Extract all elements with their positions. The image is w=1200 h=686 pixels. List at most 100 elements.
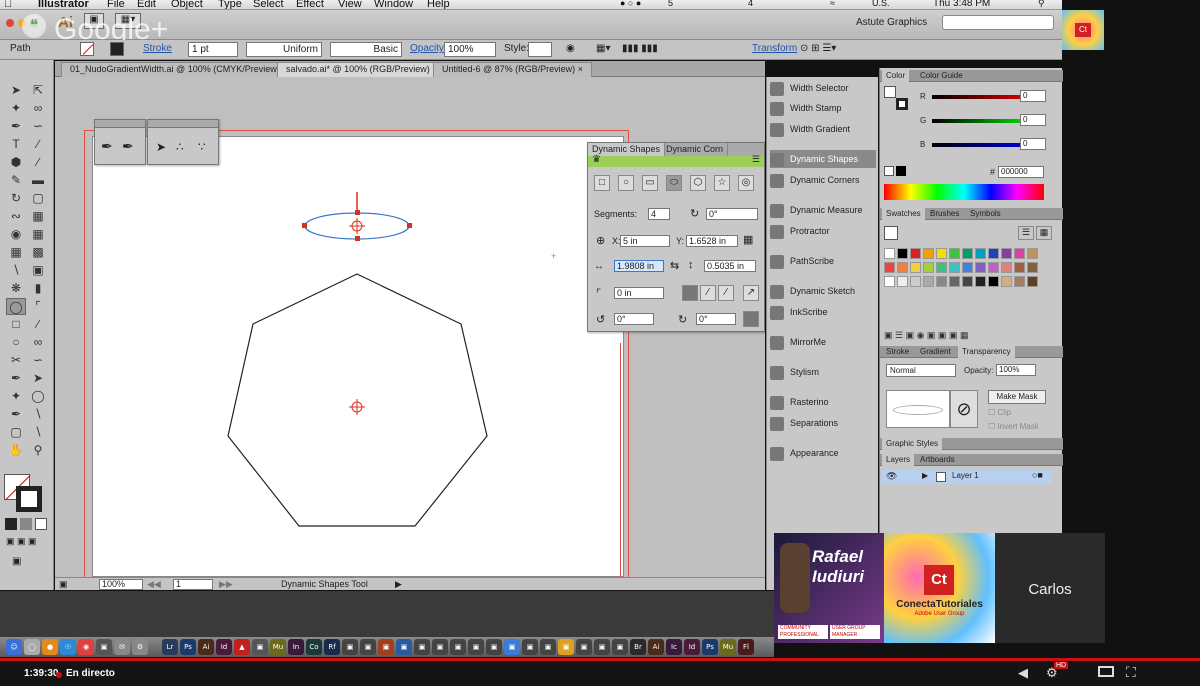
clip-checkbox[interactable]: ☐ Clip [988, 408, 1011, 417]
segments-field[interactable]: 4 [648, 208, 670, 220]
plugin-appearance[interactable]: Appearance [770, 444, 876, 462]
expand-layer-icon[interactable]: ▶ [922, 471, 928, 480]
chrome-icon[interactable]: ◉ [78, 639, 94, 655]
color-swatch[interactable] [962, 262, 973, 273]
tab-gradient[interactable]: Gradient [916, 346, 955, 358]
dock-app-icon[interactable]: ▣ [396, 639, 412, 655]
color-swatch[interactable] [988, 262, 999, 273]
x-position-field[interactable]: 5 in [620, 235, 670, 247]
select-group-icon[interactable]: ∴ [176, 140, 184, 154]
layer-row[interactable]: 👁 ▶ Layer 1 ○■ [882, 470, 1052, 484]
width-field[interactable]: 1.9808 in [614, 260, 664, 272]
color-swatch[interactable] [897, 248, 908, 259]
plugin-dynamic-shapes[interactable]: Dynamic Shapes [770, 150, 876, 168]
reference-point-icon[interactable]: ▦ [743, 233, 753, 246]
anchor-left[interactable] [302, 223, 307, 228]
live-label[interactable]: En directo [66, 668, 115, 679]
tab-color[interactable]: Color [882, 70, 910, 82]
color-swatch[interactable] [884, 276, 895, 287]
tab-symbols[interactable]: Symbols [966, 208, 1005, 220]
dock-icon-ic[interactable]: Ic [666, 639, 682, 655]
rotation-field[interactable]: 0° [706, 208, 758, 220]
select-similar-icon[interactable]: ∵ [198, 140, 206, 154]
color-swatch[interactable] [988, 248, 999, 259]
dock-icon-mu-2[interactable]: Mu [720, 639, 736, 655]
dock-app-icon[interactable]: ▣ [468, 639, 484, 655]
color-swatch[interactable] [910, 248, 921, 259]
dock-icon-lr[interactable]: Lr [162, 639, 178, 655]
color-swatch[interactable] [949, 276, 960, 287]
own-camera-thumbnail[interactable]: Ct [1062, 10, 1104, 50]
end-angle-field[interactable]: 0° [696, 313, 736, 325]
mask-thumbnail-icon[interactable]: ⊘ [950, 390, 978, 428]
plugin-mirrorme[interactable]: MirrorMe [770, 333, 876, 351]
volume-icon[interactable]: ◀ [1018, 665, 1028, 681]
dock-app-icon[interactable]: ▣ [342, 639, 358, 655]
dock-app-icon[interactable]: ▣ [558, 639, 574, 655]
corner-inverted-icon[interactable]: ∕ [700, 285, 716, 301]
zoom-field[interactable]: 100% [99, 579, 143, 590]
dock-icon-in[interactable]: In [288, 639, 304, 655]
rounded-rect-shape-icon[interactable]: ▭ [642, 175, 658, 191]
dock-app-icon[interactable]: ▣ [612, 639, 628, 655]
tab-artboards[interactable]: Artboards [916, 454, 959, 466]
ellipse-shape-icon[interactable]: ⬭ [666, 175, 682, 191]
tab-layers[interactable]: Layers [882, 454, 915, 466]
dock-app-icon[interactable]: ▣ [576, 639, 592, 655]
anchor-bottom[interactable] [355, 236, 360, 241]
angle-options-icon[interactable] [743, 311, 759, 327]
dock-app-icon[interactable]: ▣ [540, 639, 556, 655]
settings-icon[interactable]: ⚙ [132, 639, 148, 655]
firefox-icon[interactable]: ● [42, 639, 58, 655]
dock-icon-mu[interactable]: Mu [270, 639, 286, 655]
color-swatch[interactable] [897, 276, 908, 287]
dock-app-icon[interactable]: ▣ [252, 639, 268, 655]
color-swatch[interactable] [988, 276, 999, 287]
color-swatch[interactable] [962, 248, 973, 259]
next-artboard-icon[interactable]: ▶▶ [219, 579, 233, 590]
visibility-eye-icon[interactable]: 👁 [886, 471, 897, 482]
tab-brushes[interactable]: Brushes [926, 208, 963, 220]
color-swatch[interactable] [923, 248, 934, 259]
color-swatch[interactable] [923, 262, 934, 273]
list-view-icon[interactable]: ☰ [1018, 226, 1034, 240]
anchor-right[interactable] [407, 223, 412, 228]
corner-options-icon[interactable]: ↗ [743, 285, 759, 301]
color-swatch[interactable] [884, 262, 895, 273]
dock-icon-ps-2[interactable]: Ps [702, 639, 718, 655]
plugin-width-selector[interactable]: Width Selector [770, 79, 876, 97]
dock-icon-ai-2[interactable]: Ai [648, 639, 664, 655]
color-swatch[interactable] [975, 248, 986, 259]
acrobat-icon[interactable]: ▲ [234, 639, 250, 655]
plugin-width-stamp[interactable]: Width Stamp [770, 99, 876, 117]
dock-icon-ps[interactable]: Ps [180, 639, 196, 655]
corner-radius-field[interactable]: 0 in [614, 287, 664, 299]
participant-tile-carlos[interactable]: Carlos [995, 533, 1105, 643]
blue-value[interactable]: 0 [1020, 138, 1046, 150]
hex-field[interactable]: 000000 [998, 166, 1044, 178]
tab-dynamic-corners[interactable]: Dynamic Corn [662, 143, 729, 156]
tab-swatches[interactable]: Swatches [882, 208, 925, 220]
artboard-field[interactable]: 1 [173, 579, 213, 590]
tab-graphic-styles[interactable]: Graphic Styles [882, 438, 943, 450]
color-swatch[interactable] [975, 276, 986, 287]
black-swatch[interactable] [896, 166, 906, 176]
plugin-width-gradient[interactable]: Width Gradient [770, 120, 876, 138]
color-spectrum[interactable] [884, 184, 1044, 200]
color-swatch[interactable] [1014, 248, 1025, 259]
dock-icon-co[interactable]: Co [306, 639, 322, 655]
color-swatch[interactable] [936, 262, 947, 273]
green-value[interactable]: 0 [1020, 114, 1046, 126]
y-position-field[interactable]: 1.6528 in [686, 235, 738, 247]
star-shape-icon[interactable]: ☆ [714, 175, 730, 191]
dock-icon-fl[interactable]: Fl [738, 639, 754, 655]
mail-icon[interactable]: ✉ [114, 639, 130, 655]
dock-app-icon[interactable]: ▣ [414, 639, 430, 655]
tab-stroke[interactable]: Stroke [882, 346, 913, 358]
plugin-dynamic-corners[interactable]: Dynamic Corners [770, 171, 876, 189]
launchpad-icon[interactable]: ◯ [24, 639, 40, 655]
plugin-dynamic-measure[interactable]: Dynamic Measure [770, 201, 876, 219]
make-mask-button[interactable]: Make Mask [988, 390, 1046, 404]
plugin-separations[interactable]: Separations [770, 414, 876, 432]
status-menu-icon[interactable]: ▶ [395, 579, 402, 590]
